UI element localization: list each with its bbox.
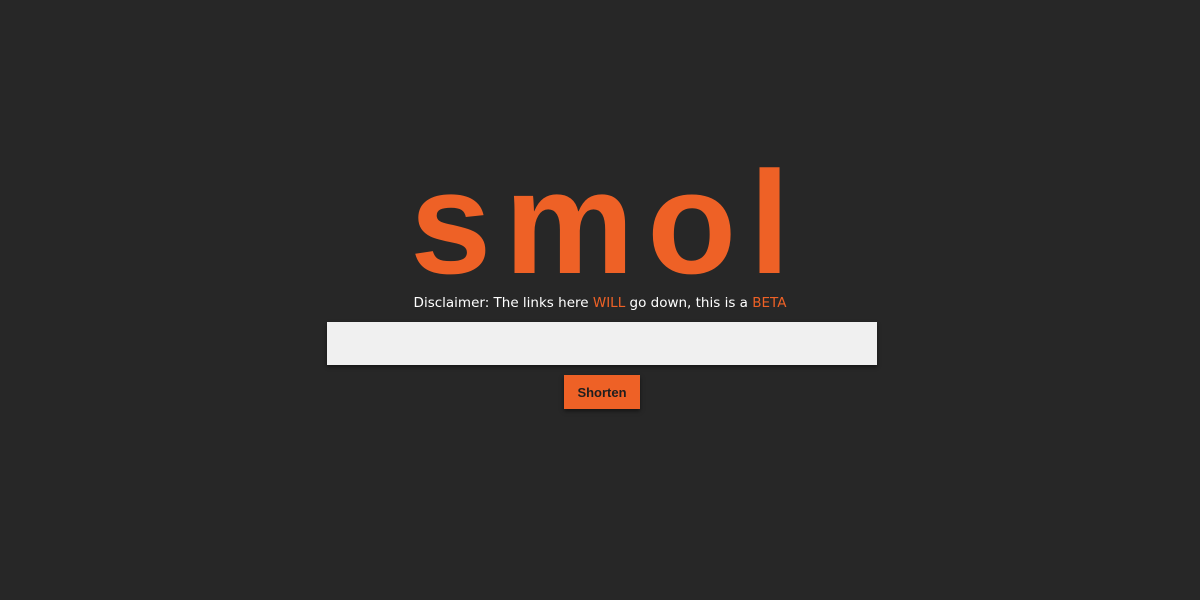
page: smol Disclaimer: The links here WILL go … bbox=[0, 0, 1200, 600]
shorten-button[interactable]: Shorten bbox=[564, 375, 640, 409]
disclaimer-highlight-beta: BETA bbox=[752, 295, 787, 311]
url-input[interactable] bbox=[327, 322, 877, 365]
logo: smol bbox=[410, 141, 803, 304]
disclaimer: Disclaimer: The links here WILL go down,… bbox=[0, 294, 1200, 312]
disclaimer-text-2: go down, this is a bbox=[625, 295, 753, 311]
disclaimer-text-1: Disclaimer: The links here bbox=[413, 295, 593, 311]
disclaimer-highlight-will: WILL bbox=[592, 295, 626, 311]
